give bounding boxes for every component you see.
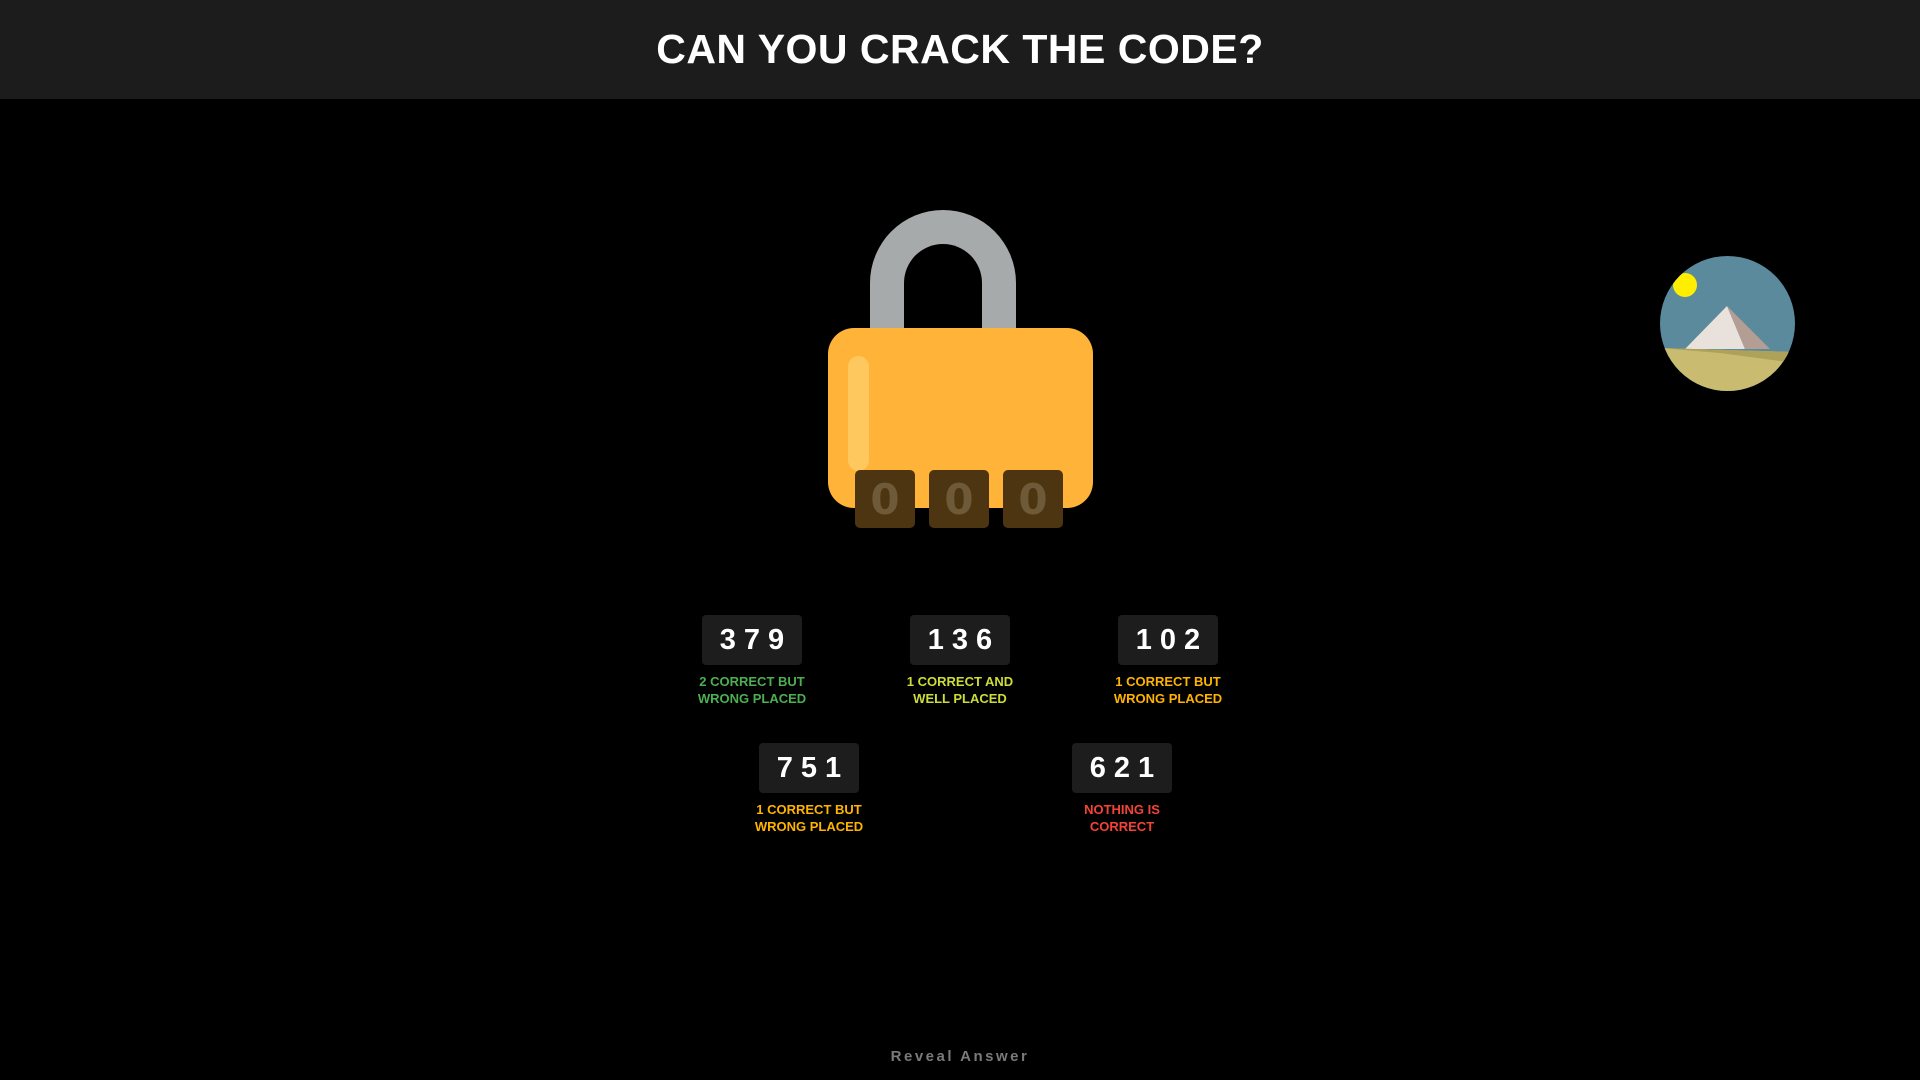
clue-hint: 2 CORRECT BUT WRONG PLACED	[697, 674, 807, 706]
clue-hint: 1 CORRECT BUT WRONG PLACED	[754, 802, 864, 834]
dial-3[interactable]: 0	[1003, 470, 1063, 528]
clue-hint: NOTHING IS CORRECT	[1084, 802, 1160, 834]
reveal-answer-button[interactable]: Reveal Answer	[0, 1048, 1920, 1065]
clue-3: 102 1 CORRECT BUT WRONG PLACED	[1103, 615, 1233, 707]
page-header: CAN YOU CRACK THE CODE?	[0, 0, 1920, 99]
clue-hint: 1 CORRECT BUT WRONG PLACED	[1113, 674, 1223, 706]
clue-code: 751	[758, 743, 860, 793]
clue-code: 136	[909, 615, 1011, 665]
clue-4: 751 1 CORRECT BUT WRONG PLACED	[744, 743, 874, 835]
padlock-icon: 0 0 0	[828, 210, 1093, 530]
dial-2[interactable]: 0	[929, 470, 989, 528]
lock-shine	[848, 356, 869, 471]
clue-1: 379 2 CORRECT BUT WRONG PLACED	[687, 615, 817, 707]
pyramid-scene-icon	[1660, 256, 1795, 391]
clue-5: 621 NOTHING IS CORRECT	[1057, 743, 1187, 835]
page-title: CAN YOU CRACK THE CODE?	[656, 26, 1264, 72]
clue-2: 136 1 CORRECT AND WELL PLACED	[895, 615, 1025, 707]
clue-code: 621	[1071, 743, 1173, 793]
dial-1[interactable]: 0	[855, 470, 915, 528]
pyramid-sun-image	[1660, 256, 1795, 391]
clue-code: 379	[701, 615, 803, 665]
clue-hint: 1 CORRECT AND WELL PLACED	[906, 674, 1014, 706]
clue-code: 102	[1117, 615, 1219, 665]
lock-dials: 0 0 0	[855, 470, 1063, 528]
